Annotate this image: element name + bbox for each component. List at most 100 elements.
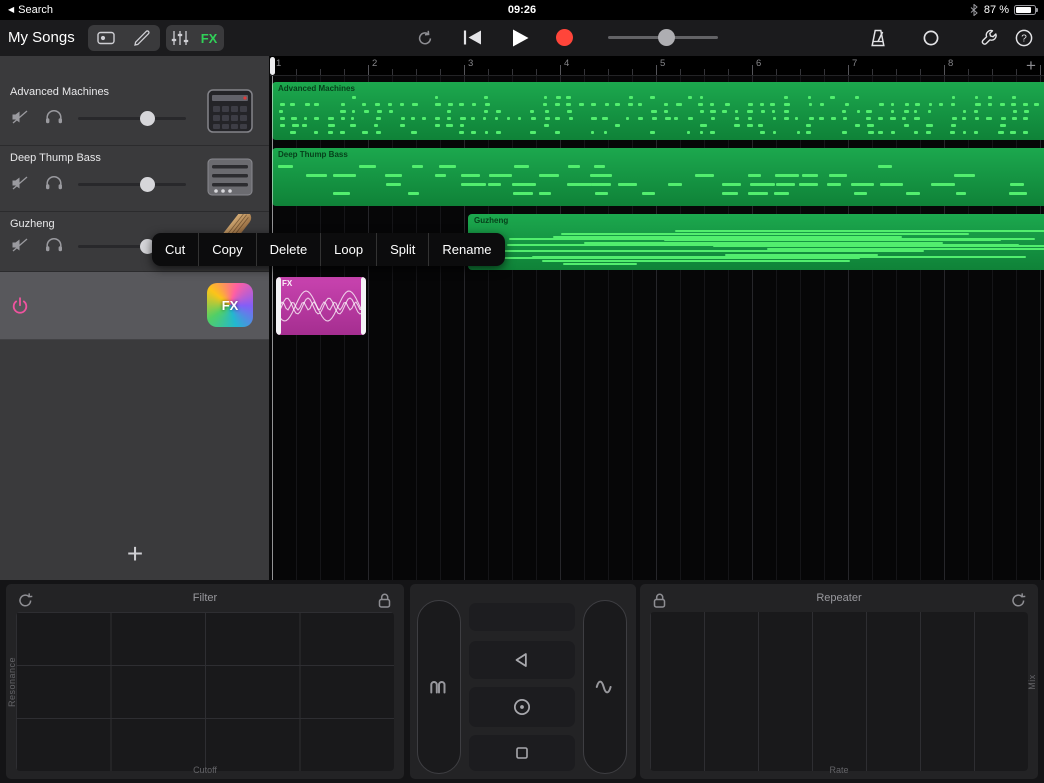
mute-icon[interactable]: [11, 238, 28, 252]
menu-item-copy[interactable]: Copy: [198, 233, 255, 266]
midi-note: [400, 103, 404, 106]
midi-note: [340, 110, 346, 113]
instrument-icon-drum-machine[interactable]: [207, 89, 253, 133]
lock-button[interactable]: [375, 591, 394, 613]
midi-note: [400, 124, 405, 127]
tape-stop-button[interactable]: [469, 735, 575, 771]
add-bars-button[interactable]: +: [1018, 56, 1044, 76]
region-label: Advanced Machines: [278, 84, 355, 93]
master-volume-slider[interactable]: [608, 29, 718, 46]
metronome-button[interactable]: [868, 28, 888, 48]
power-icon[interactable]: [10, 296, 30, 316]
loop-ring-icon: [922, 29, 940, 47]
midi-note: [950, 131, 955, 134]
midi-note: [512, 183, 536, 186]
rewind-button[interactable]: [462, 29, 483, 46]
menu-item-cut[interactable]: Cut: [152, 233, 198, 266]
repeater-xy-pad[interactable]: [650, 612, 1028, 771]
region-deep-thump-bass[interactable]: Deep Thump Bass: [272, 148, 1044, 206]
record-button[interactable]: [556, 29, 573, 46]
midi-note: [496, 131, 501, 134]
svg-text:?: ?: [1021, 34, 1027, 45]
volume-knob[interactable]: [140, 177, 155, 192]
headphones-icon[interactable]: [45, 174, 63, 190]
add-track-button[interactable]: +: [117, 536, 153, 572]
menu-item-loop[interactable]: Loop: [320, 233, 376, 266]
edit-pencil-button[interactable]: [124, 25, 160, 51]
midi-note: [435, 96, 439, 99]
playhead[interactable]: [270, 57, 275, 75]
play-icon: [510, 28, 530, 48]
midi-note: [760, 131, 765, 134]
reverse-icon: [511, 649, 533, 671]
midi-note: [472, 103, 475, 106]
midi-note: [448, 103, 453, 106]
track-volume-slider[interactable]: [78, 183, 186, 186]
midi-note: [460, 124, 464, 127]
instrument-icon-fx[interactable]: FX: [207, 283, 253, 327]
mute-icon[interactable]: [11, 176, 28, 190]
volume-knob[interactable]: [140, 111, 155, 126]
trim-handle-right[interactable]: [361, 277, 366, 335]
midi-note: [915, 103, 921, 106]
headphones-icon[interactable]: [45, 236, 63, 252]
track-controls-button[interactable]: [166, 25, 194, 51]
filter-xy-pad[interactable]: [16, 612, 394, 771]
back-to-app-link[interactable]: ◀ Search: [8, 4, 53, 16]
midi-note: [408, 192, 419, 195]
midi-note: [842, 110, 845, 113]
midi-note: [761, 110, 765, 113]
menu-item-delete[interactable]: Delete: [256, 233, 321, 266]
midi-note: [1023, 103, 1028, 106]
midi-note: [700, 96, 703, 99]
region-guzheng[interactable]: Guzheng: [468, 214, 1044, 270]
back-chevron-icon: ◀: [8, 6, 14, 14]
midi-note: [412, 103, 418, 106]
undo-button[interactable]: [416, 29, 434, 47]
midi-note: [962, 117, 966, 120]
midi-note: [722, 183, 741, 186]
headphones-icon[interactable]: [45, 108, 63, 124]
loop-browser-button[interactable]: [922, 29, 940, 47]
downsampler-slider[interactable]: [583, 600, 627, 774]
play-button[interactable]: [510, 28, 530, 48]
track-header-fx[interactable]: FX: [0, 272, 269, 340]
scratch-button[interactable]: [469, 687, 575, 727]
dimmed-button[interactable]: [469, 603, 575, 631]
my-songs-button[interactable]: My Songs: [8, 29, 75, 46]
region-advanced-machines[interactable]: Advanced Machines: [272, 82, 1044, 140]
gater-slider[interactable]: [417, 600, 461, 774]
region-fx-selected[interactable]: FX: [276, 277, 366, 335]
mute-icon[interactable]: [11, 110, 28, 124]
remix-fx-button[interactable]: FX: [194, 25, 224, 51]
controls-fx-group: FX: [166, 25, 224, 51]
midi-note: [802, 174, 819, 177]
midi-note: [422, 117, 426, 120]
timeline-ruler[interactable]: 1 2 3 4 5 6 7 8: [270, 56, 1044, 76]
vinyl-scratch-icon: [511, 696, 533, 718]
instrument-icon-bass-module[interactable]: [207, 155, 253, 199]
midi-note: [722, 192, 737, 195]
midi-note: [725, 103, 730, 106]
midi-note: [314, 117, 319, 120]
sync-button[interactable]: [1009, 591, 1028, 613]
reverse-button[interactable]: [469, 641, 575, 679]
midi-note: [676, 103, 681, 106]
track-header-deep-thump-bass[interactable]: Deep Thump Bass: [0, 146, 269, 212]
midi-note: [530, 131, 536, 134]
help-button[interactable]: ?: [1014, 28, 1034, 48]
track-header-advanced-machines[interactable]: Advanced Machines: [0, 80, 269, 146]
slider-knob[interactable]: [658, 29, 675, 46]
midi-note: [604, 131, 607, 134]
trim-handle-left[interactable]: [276, 277, 281, 335]
settings-button[interactable]: [980, 28, 1000, 48]
menu-item-split[interactable]: Split: [376, 233, 428, 266]
midi-note: [799, 183, 817, 186]
menu-item-rename[interactable]: Rename: [428, 233, 504, 266]
midi-note: [446, 124, 452, 127]
track-volume-slider[interactable]: [78, 117, 186, 120]
midi-note: [435, 124, 440, 127]
tracks-timeline[interactable]: Advanced Machines Deep Thump Bass Guzhen…: [270, 76, 1044, 580]
live-loops-view-button[interactable]: [88, 25, 124, 51]
midi-note: [664, 103, 668, 106]
